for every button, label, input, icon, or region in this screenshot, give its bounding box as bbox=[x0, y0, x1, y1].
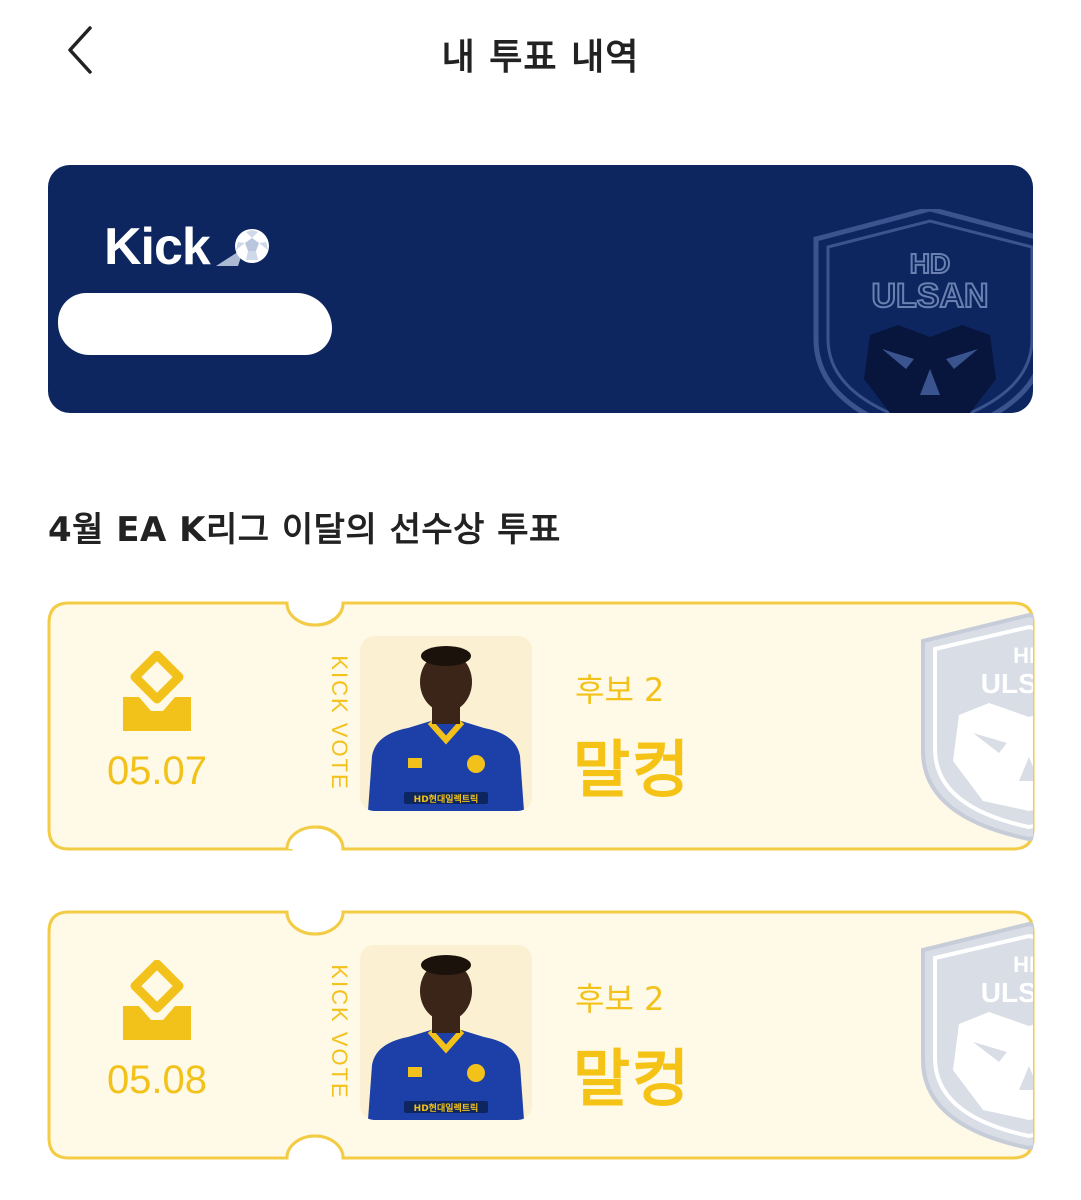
kick-vote-label: KICK VOTE bbox=[327, 964, 352, 1100]
candidate-number: 후보 2 bbox=[575, 671, 665, 709]
vote-date: 05.07 bbox=[106, 749, 208, 793]
svg-text:ULSAN: ULSAN bbox=[871, 277, 988, 315]
top-bar: 내 투표 내역 bbox=[0, 0, 1081, 100]
svg-text:HD현대일렉트릭: HD현대일렉트릭 bbox=[414, 793, 479, 805]
ballot-box-icon bbox=[123, 960, 191, 1040]
brand-text: Kick bbox=[104, 218, 211, 276]
svg-text:ULSAN: ULSAN bbox=[981, 977, 1033, 1008]
soccer-ball-icon bbox=[215, 229, 269, 266]
ulsan-emblem-icon: HD ULSAN bbox=[921, 612, 1033, 842]
page-title: 내 투표 내역 bbox=[441, 37, 640, 78]
ballot-box-icon bbox=[123, 651, 191, 731]
svg-text:HD: HD bbox=[1013, 643, 1033, 668]
svg-text:HD: HD bbox=[1013, 952, 1033, 977]
player-photo: HD현대일렉트릭 bbox=[360, 945, 532, 1120]
ulsan-emblem-icon: HD ULSAN bbox=[921, 921, 1033, 1151]
brand-logo: Kick bbox=[104, 217, 274, 277]
team-banner-card: Kick HD ULSAN bbox=[48, 165, 1033, 413]
ulsan-emblem-icon: HD ULSAN bbox=[813, 209, 1033, 413]
candidate-number: 후보 2 bbox=[575, 980, 665, 1018]
candidate-name: 말컹 bbox=[573, 733, 692, 806]
vote-event-title: 4월 EA K리그 이달의 선수상 투표 bbox=[48, 510, 561, 550]
svg-text:ULSAN: ULSAN bbox=[981, 668, 1033, 699]
svg-text:HD현대일렉트릭: HD현대일렉트릭 bbox=[414, 1102, 479, 1114]
candidate-name: 말컹 bbox=[573, 1042, 692, 1115]
vote-ticket[interactable]: 05.07 KICK VOTE HD현대일렉트릭 후보 2 말컹 HD bbox=[47, 601, 1035, 851]
svg-text:HD: HD bbox=[910, 248, 950, 279]
redacted-username bbox=[58, 293, 332, 355]
vote-ticket[interactable]: 05.08 KICK VOTE HD현대일렉트릭 후보 2 말컹 HD bbox=[47, 910, 1035, 1160]
kick-vote-label: KICK VOTE bbox=[327, 655, 352, 791]
vote-date: 05.08 bbox=[106, 1058, 208, 1102]
player-photo: HD현대일렉트릭 bbox=[360, 636, 532, 811]
